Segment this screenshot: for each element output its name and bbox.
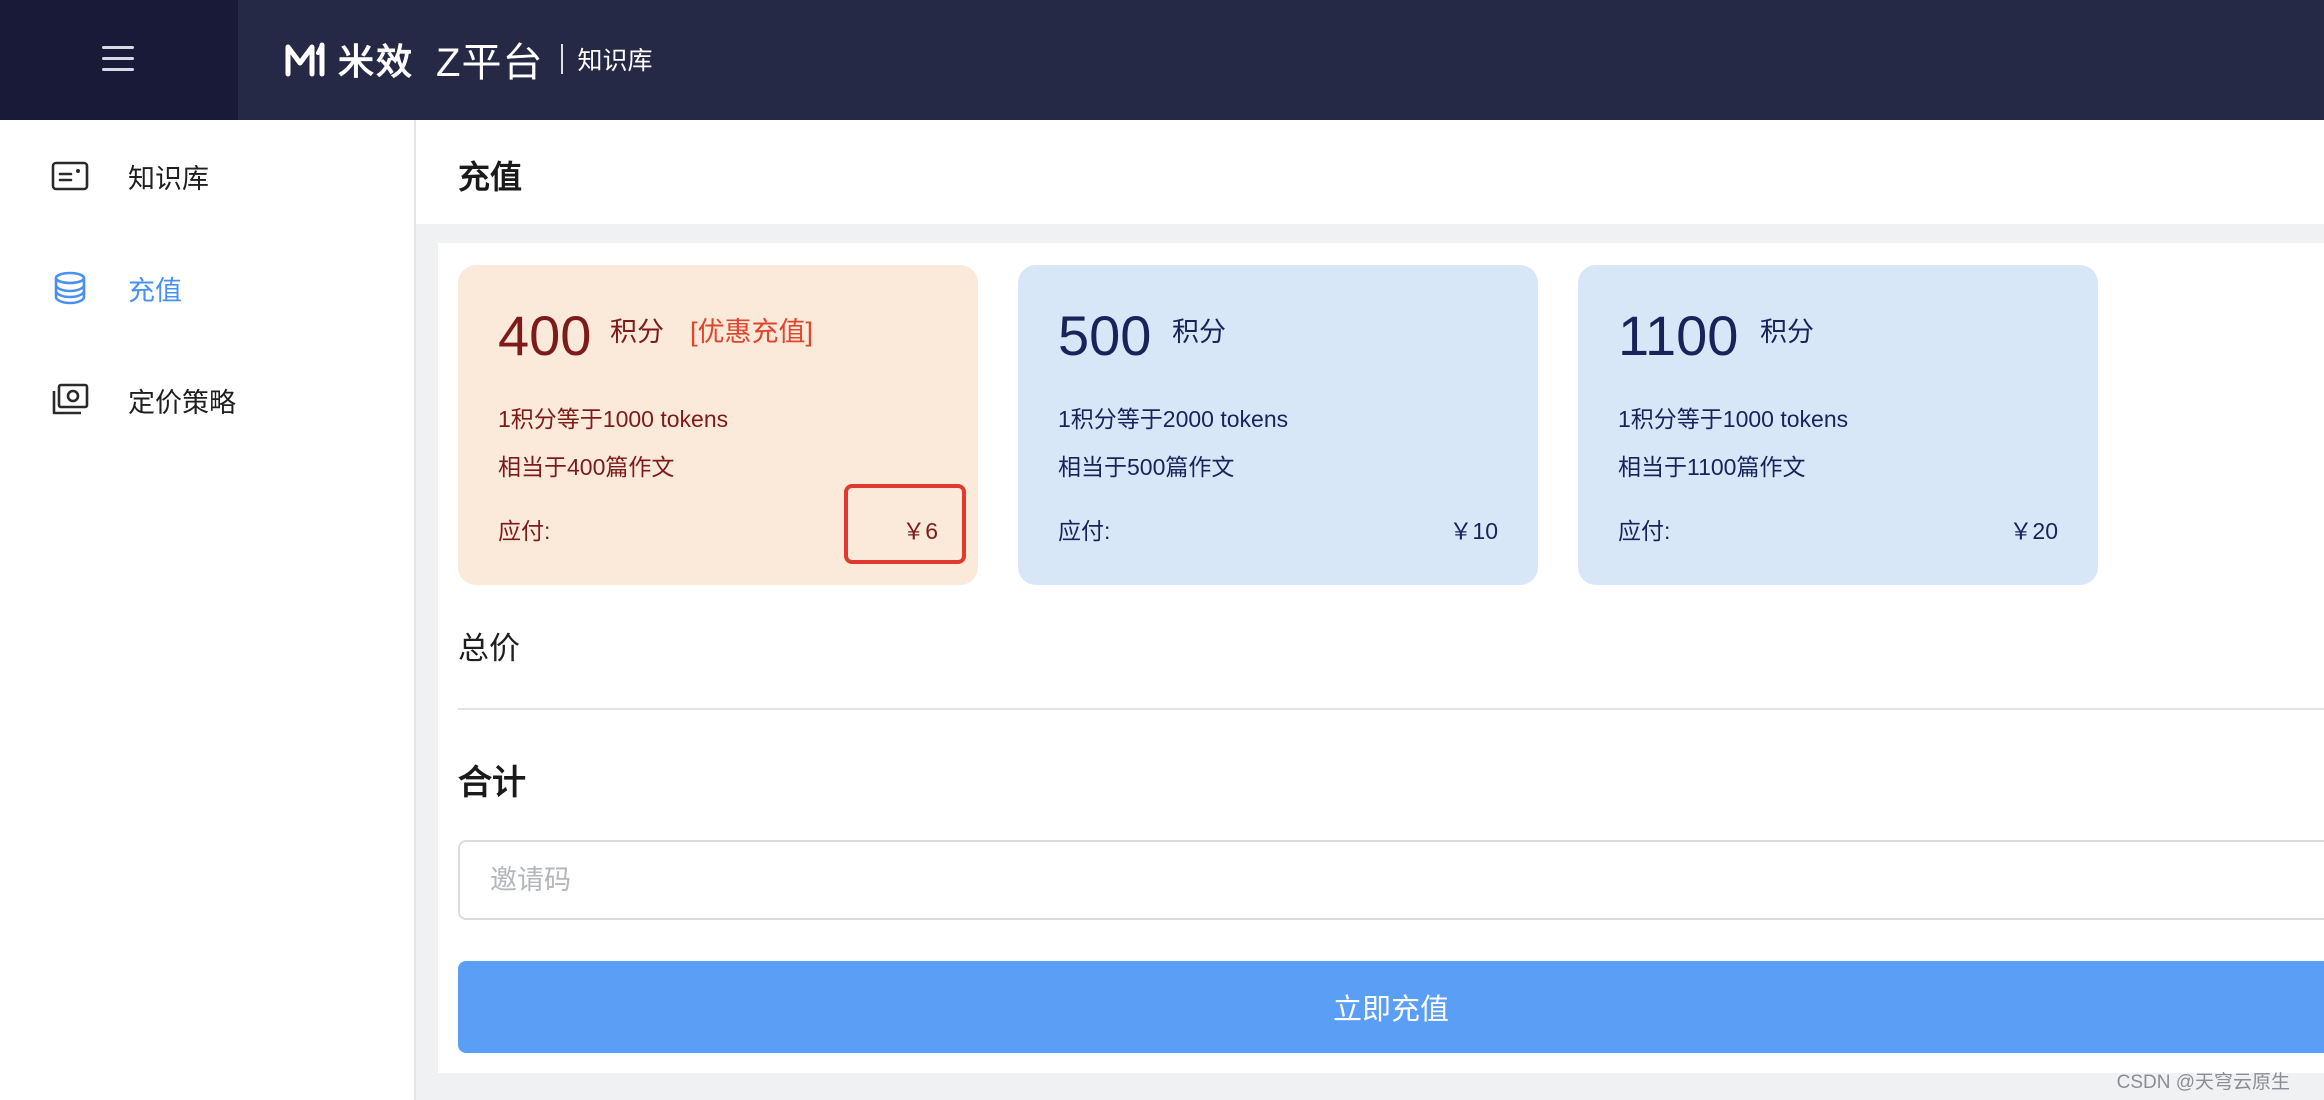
top-bar: 米效 Z平台 知识库 bbox=[0, 0, 2324, 120]
brand-divider bbox=[561, 44, 564, 74]
plan-unit: 积分 bbox=[610, 317, 664, 347]
hamburger-menu-icon[interactable] bbox=[102, 46, 134, 72]
plan-rate: 1积分等于1000 tokens bbox=[498, 406, 729, 432]
pay-label: 应付: bbox=[1058, 518, 1111, 544]
plan-rate: 1积分等于1000 tokens bbox=[1618, 406, 1849, 432]
sidebar-item-label: 知识库 bbox=[128, 163, 209, 194]
divider bbox=[458, 708, 2324, 710]
sum-label: 合计 bbox=[458, 764, 526, 802]
main-content: 充值 400 积分 [优惠充值] 1积分等于1000 tokens 相当于400… bbox=[416, 120, 2324, 1100]
recharge-now-button[interactable]: 立即充值 bbox=[458, 961, 2324, 1053]
recharge-panel: 400 积分 [优惠充值] 1积分等于1000 tokens 相当于400篇作文… bbox=[438, 243, 2324, 1073]
plan-points: 1100 bbox=[1618, 304, 1739, 367]
plan-price: ￥10 bbox=[1449, 518, 1498, 544]
plan-card-500[interactable]: 500 积分 1积分等于2000 tokens 相当于500篇作文 应付: ￥1… bbox=[1018, 265, 1538, 585]
menu-toggle-area bbox=[0, 0, 238, 120]
plan-points: 400 bbox=[498, 304, 592, 367]
total-price-label: 总价 bbox=[458, 631, 520, 666]
promo-tag: [优惠充值] bbox=[690, 317, 814, 347]
sidebar-item-label: 定价策略 bbox=[128, 387, 236, 418]
pricing-photo-icon bbox=[52, 383, 89, 415]
sidebar: 知识库 充值 定价策略 bbox=[0, 120, 416, 1100]
plan-points: 500 bbox=[1058, 304, 1152, 367]
plan-equivalent: 相当于500篇作文 bbox=[1058, 454, 1235, 480]
plan-price: ￥20 bbox=[2009, 518, 2058, 544]
plan-rate: 1积分等于2000 tokens bbox=[1058, 406, 1289, 432]
plan-card-1100[interactable]: 1100 积分 1积分等于1000 tokens 相当于1100篇作文 应付: … bbox=[1578, 265, 2098, 585]
plan-card-400[interactable]: 400 积分 [优惠充值] 1积分等于1000 tokens 相当于400篇作文… bbox=[458, 265, 978, 585]
pay-label: 应付: bbox=[1618, 518, 1671, 544]
brand-logo-icon bbox=[285, 42, 325, 77]
section-name: 知识库 bbox=[577, 47, 653, 75]
sidebar-item-label: 充值 bbox=[128, 275, 182, 306]
page-title: 充值 bbox=[458, 159, 523, 195]
plan-unit: 积分 bbox=[1172, 317, 1226, 347]
page-header: 充值 bbox=[416, 120, 2324, 224]
brand-name: 米效 bbox=[338, 41, 415, 82]
sidebar-item-knowledge-base[interactable]: 知识库 bbox=[0, 136, 414, 216]
plan-equivalent: 相当于1100篇作文 bbox=[1618, 454, 1806, 480]
sidebar-item-pricing[interactable]: 定价策略 bbox=[0, 360, 414, 440]
coin-stack-icon bbox=[54, 271, 86, 305]
plan-equivalent: 相当于400篇作文 bbox=[498, 454, 675, 480]
invite-code-input[interactable] bbox=[458, 840, 2324, 920]
knowledge-card-icon bbox=[51, 161, 89, 191]
sidebar-item-recharge[interactable]: 充值 bbox=[0, 248, 414, 328]
source-watermark: CSDN @天穹云原生 bbox=[2116, 1072, 2290, 1093]
brand[interactable]: 米效 Z平台 知识库 bbox=[284, 34, 653, 85]
plan-unit: 积分 bbox=[1760, 317, 1814, 347]
pay-label: 应付: bbox=[498, 518, 551, 544]
price-highlight-box bbox=[844, 484, 966, 564]
platform-name: Z平台 bbox=[436, 41, 544, 85]
